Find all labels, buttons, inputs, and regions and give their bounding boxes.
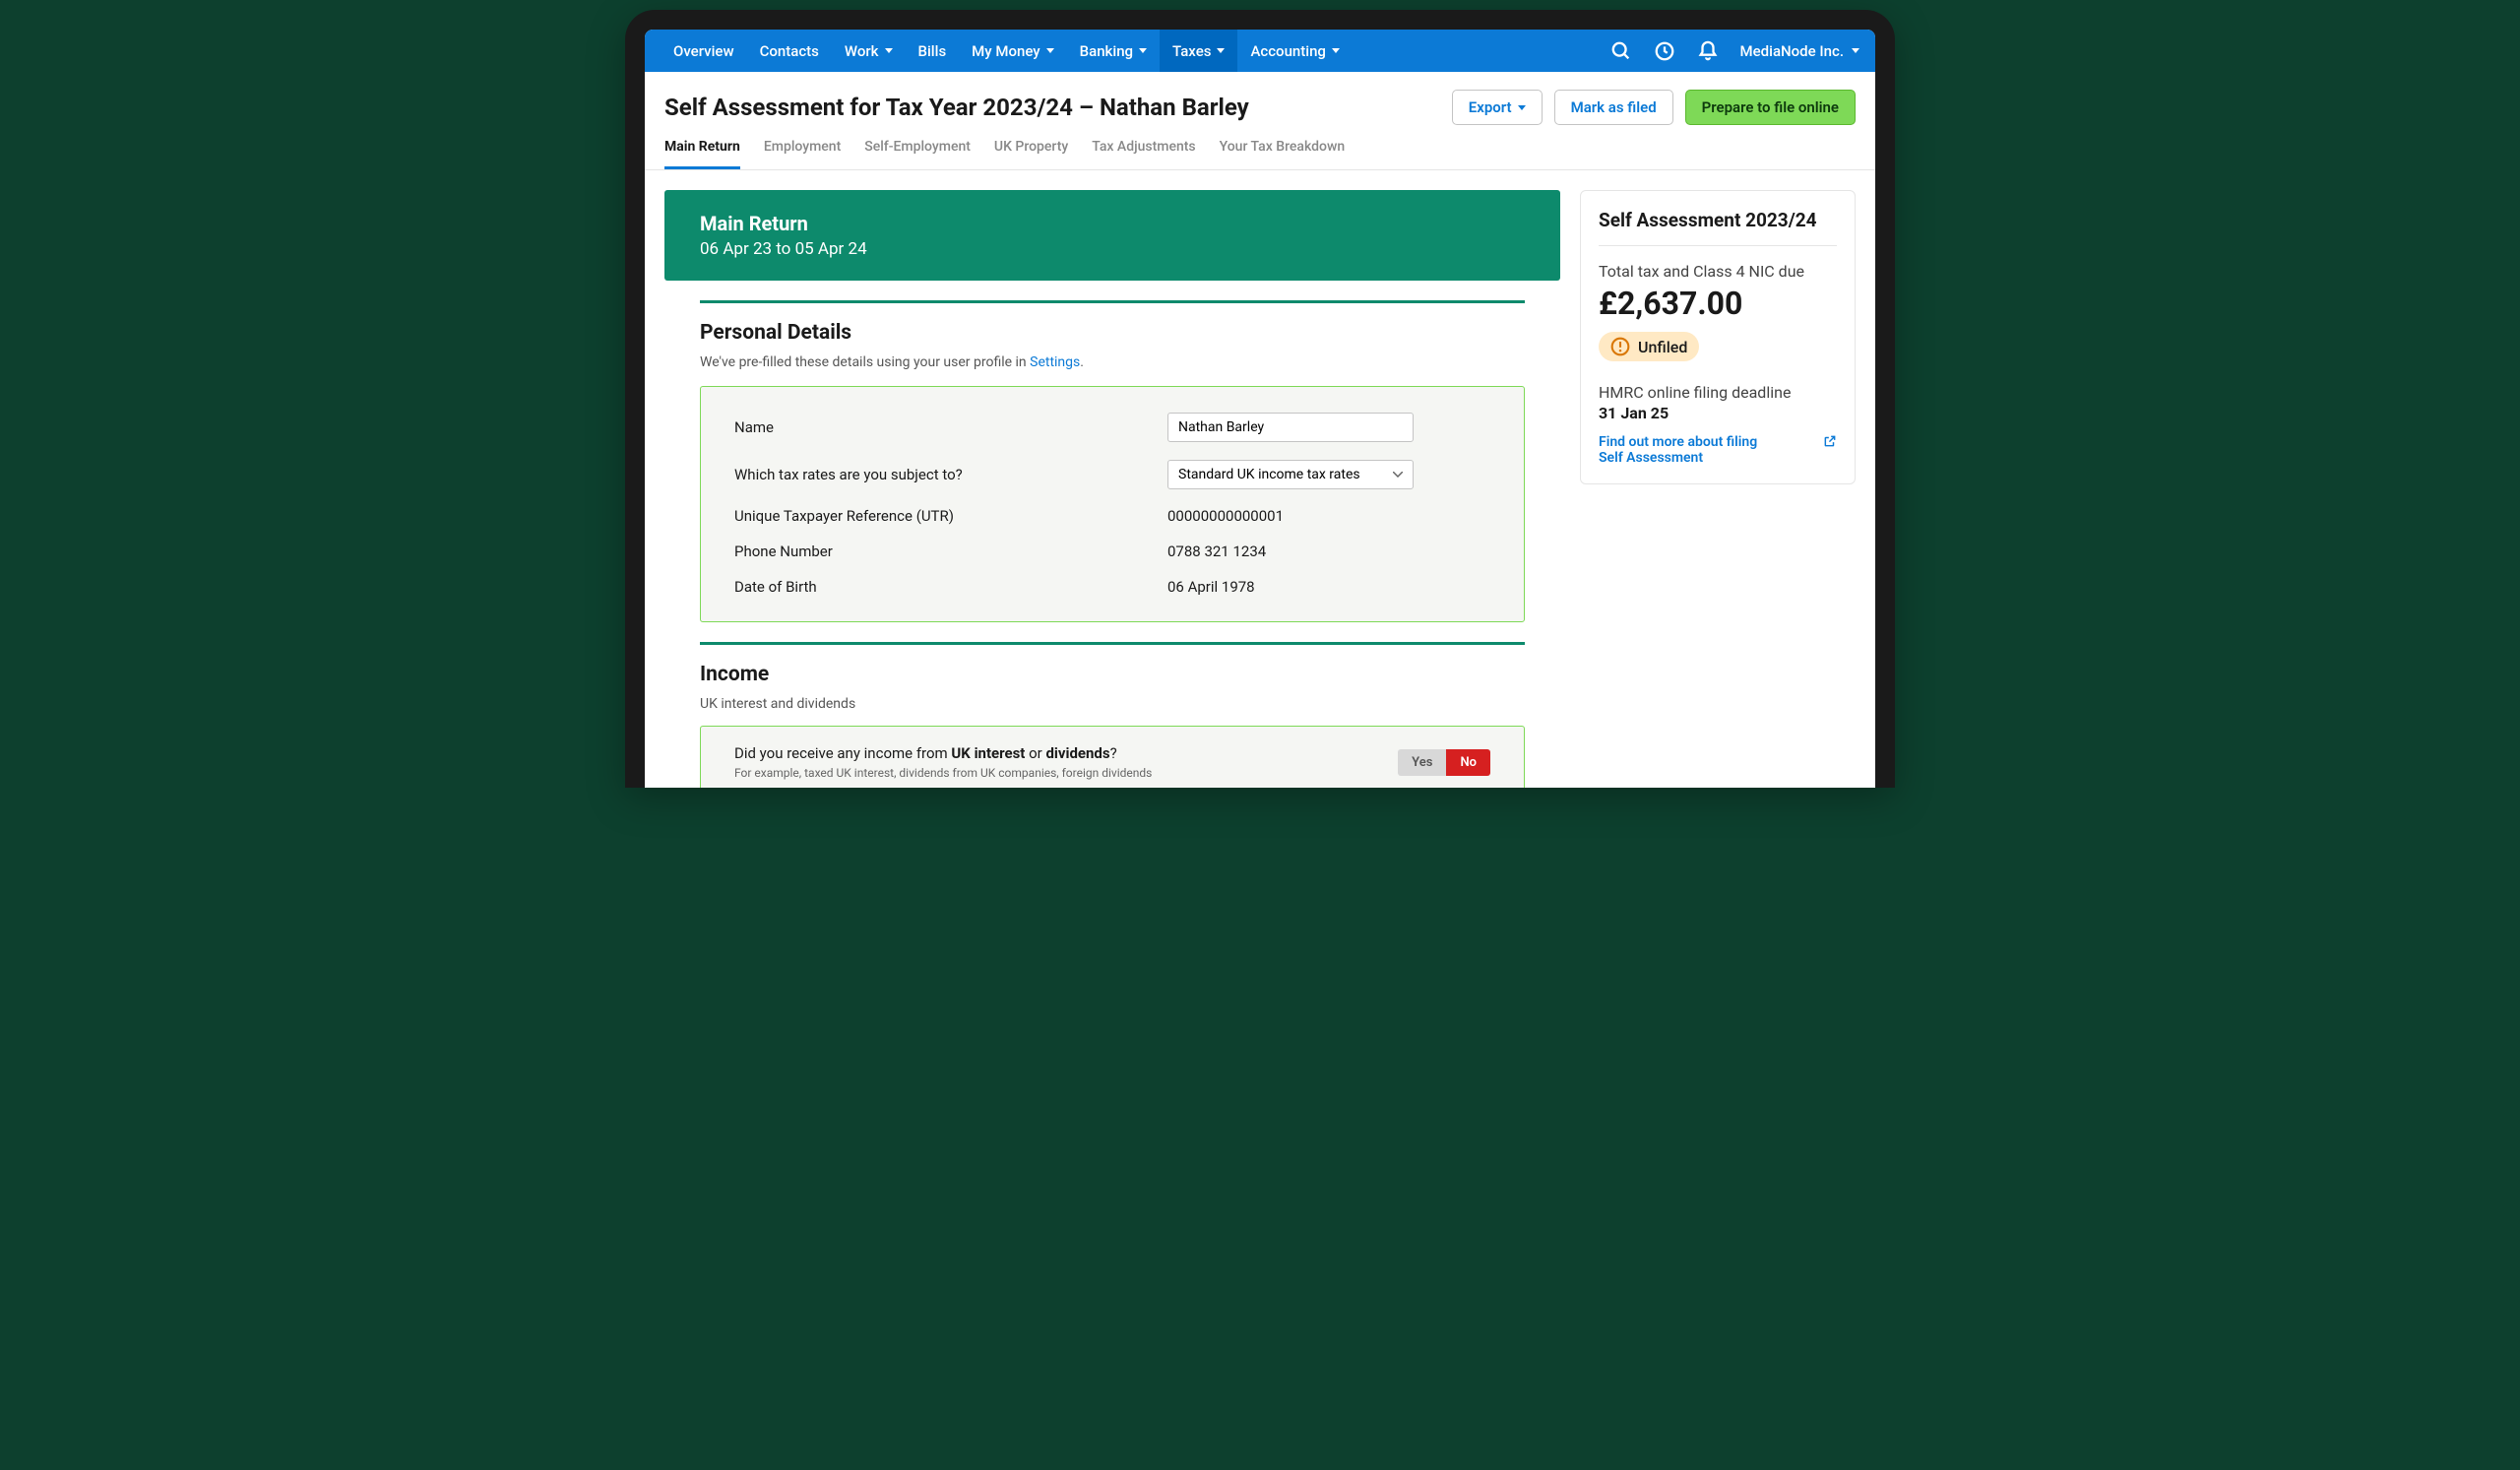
income-question-hint: For example, taxed UK interest, dividend…: [734, 766, 1152, 780]
settings-link[interactable]: Settings: [1030, 354, 1080, 370]
company-selector[interactable]: MediaNode Inc.: [1740, 42, 1859, 60]
screen: Overview Contacts Work Bills My Money Ba…: [645, 30, 1875, 788]
deadline-label: HMRC online filing deadline: [1599, 383, 1837, 402]
income-question: Did you receive any income from UK inter…: [734, 744, 1152, 762]
yes-no-toggle: Yes No: [1398, 749, 1490, 776]
chevron-down-icon: [1393, 472, 1403, 478]
utr-value: 00000000000001: [1167, 507, 1284, 525]
chevron-down-icon: [1217, 48, 1225, 53]
banner-title: Main Return: [700, 212, 1525, 235]
learn-more-link[interactable]: Find out more about filing Self Assessme…: [1599, 434, 1776, 466]
laptop-frame: Overview Contacts Work Bills My Money Ba…: [625, 10, 1895, 788]
tab-uk-property[interactable]: UK Property: [994, 139, 1068, 169]
external-link-icon: [1823, 434, 1837, 448]
banner-date-range: 06 Apr 23 to 05 Apr 24: [700, 239, 1525, 259]
name-input[interactable]: [1167, 413, 1414, 442]
phone-label: Phone Number: [734, 543, 1167, 560]
nav-my-money[interactable]: My Money: [959, 30, 1066, 72]
income-section: Income UK interest and dividends Did you…: [664, 642, 1560, 788]
nav-banking[interactable]: Banking: [1067, 30, 1160, 72]
tab-main-return[interactable]: Main Return: [664, 139, 740, 169]
section-rule: [700, 642, 1525, 645]
nav-work[interactable]: Work: [832, 30, 906, 72]
name-label: Name: [734, 418, 1167, 436]
sub-tabs: Main Return Employment Self-Employment U…: [645, 125, 1875, 170]
deadline-date: 31 Jan 25: [1599, 404, 1837, 422]
dob-label: Date of Birth: [734, 578, 1167, 596]
sidebar-title: Self Assessment 2023/24: [1599, 209, 1837, 246]
clock-icon[interactable]: [1654, 40, 1675, 62]
page-header: Self Assessment for Tax Year 2023/24 – N…: [645, 72, 1875, 125]
summary-sidebar: Self Assessment 2023/24 Total tax and Cl…: [1580, 190, 1856, 484]
income-question-panel: Did you receive any income from UK inter…: [700, 726, 1525, 788]
nav-taxes[interactable]: Taxes: [1160, 30, 1237, 72]
nav-contacts[interactable]: Contacts: [747, 30, 832, 72]
tax-rates-select[interactable]: Standard UK income tax rates: [1167, 460, 1414, 489]
tab-tax-adjustments[interactable]: Tax Adjustments: [1092, 139, 1195, 169]
personal-details-panel: Name Which tax rates are you subject to?…: [700, 386, 1525, 622]
tab-tax-breakdown[interactable]: Your Tax Breakdown: [1220, 139, 1346, 169]
total-tax-label: Total tax and Class 4 NIC due: [1599, 262, 1837, 281]
section-rule: [700, 300, 1525, 303]
chevron-down-icon: [1518, 105, 1526, 110]
main-content: Main Return 06 Apr 23 to 05 Apr 24 Perso…: [664, 190, 1560, 788]
income-subtitle: UK interest and dividends: [700, 696, 1525, 712]
page-title: Self Assessment for Tax Year 2023/24 – N…: [664, 94, 1249, 121]
personal-details-section: Personal Details We've pre-filled these …: [664, 300, 1560, 622]
personal-details-subtitle: We've pre-filled these details using you…: [700, 354, 1525, 370]
chevron-down-icon: [1046, 48, 1054, 53]
status-badge: Unfiled: [1599, 332, 1699, 361]
chevron-down-icon: [1852, 48, 1859, 53]
toggle-no-button[interactable]: No: [1446, 749, 1490, 776]
toggle-yes-button[interactable]: Yes: [1398, 749, 1446, 776]
chevron-down-icon: [885, 48, 893, 53]
top-nav: Overview Contacts Work Bills My Money Ba…: [645, 30, 1875, 72]
personal-details-title: Personal Details: [700, 321, 1525, 345]
tax-rates-label: Which tax rates are you subject to?: [734, 466, 1167, 483]
export-button[interactable]: Export: [1452, 90, 1543, 125]
utr-label: Unique Taxpayer Reference (UTR): [734, 507, 1167, 525]
warning-icon: [1610, 337, 1630, 356]
dob-value: 06 April 1978: [1167, 578, 1255, 596]
total-tax-amount: £2,637.00: [1599, 285, 1837, 322]
tab-self-employment[interactable]: Self-Employment: [864, 139, 971, 169]
nav-accounting[interactable]: Accounting: [1237, 30, 1352, 72]
content-area: Main Return 06 Apr 23 to 05 Apr 24 Perso…: [645, 170, 1875, 788]
income-title: Income: [700, 663, 1525, 686]
mark-filed-button[interactable]: Mark as filed: [1554, 90, 1673, 125]
search-icon[interactable]: [1610, 40, 1632, 62]
nav-overview[interactable]: Overview: [661, 30, 747, 72]
nav-bills[interactable]: Bills: [906, 30, 960, 72]
main-return-banner: Main Return 06 Apr 23 to 05 Apr 24: [664, 190, 1560, 281]
prepare-file-button[interactable]: Prepare to file online: [1685, 90, 1856, 125]
tab-employment[interactable]: Employment: [764, 139, 841, 169]
status-text: Unfiled: [1638, 338, 1687, 356]
phone-value: 0788 321 1234: [1167, 543, 1266, 560]
chevron-down-icon: [1332, 48, 1340, 53]
bell-icon[interactable]: [1697, 40, 1719, 62]
chevron-down-icon: [1139, 48, 1147, 53]
